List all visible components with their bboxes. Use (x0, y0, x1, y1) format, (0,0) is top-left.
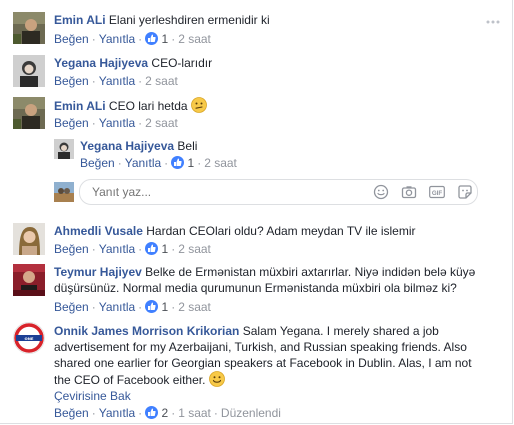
like-link[interactable]: Beğen (54, 300, 89, 314)
comment-author[interactable]: Teymur Hajiyev (54, 265, 142, 279)
comment-body: Yegana Hajiyeva CEO-larıdır (54, 55, 212, 71)
comment-text-line: Belke de Ermənistan müxbiri axtarırlar. … (145, 265, 476, 279)
comment-text-line: shared one earlier for Georgian speakers… (54, 356, 472, 370)
timestamp[interactable]: 2 saat (178, 242, 211, 256)
avatar[interactable] (13, 97, 45, 129)
avatar[interactable] (13, 55, 45, 87)
comment-body: Emin ALi Elani yerleshdiren ermenidir ki (54, 12, 270, 28)
avatar[interactable] (13, 264, 45, 296)
comment-author[interactable]: Onnik James Morrison Krikorian (54, 324, 239, 338)
comment-text: Elani yerleshdiren ermenidir ki (108, 13, 270, 27)
timestamp[interactable]: 1 saat (178, 406, 211, 420)
comment-author[interactable]: Ahmedli Vusale (54, 224, 143, 238)
comment-actions: Beğen · Yanıtla · 1 · 2 saat (54, 300, 211, 314)
comment-body: Emin ALi CEO lari hetda (54, 97, 207, 114)
smile-emoji-icon (208, 371, 225, 387)
reply-link[interactable]: Yanıtla (125, 156, 161, 170)
timestamp[interactable]: 2 saat (145, 74, 178, 88)
reply-link[interactable]: Yanıtla (99, 242, 135, 256)
avatar[interactable] (54, 139, 74, 159)
reply-field[interactable]: GIF (79, 179, 478, 205)
comment-text: CEO lari hetda (108, 99, 188, 113)
avatar[interactable] (13, 12, 45, 44)
like-icon[interactable] (145, 32, 159, 45)
comment-actions: Beğen · Yanıtla · 2 saat (54, 74, 178, 88)
timestamp[interactable]: 2 saat (145, 116, 178, 130)
comment-text-line: advertisement for my Azerbaijani, Turkis… (54, 340, 467, 354)
comment-text: Beli (177, 139, 198, 153)
sticker-icon[interactable] (457, 184, 473, 200)
svg-text:GIF: GIF (432, 190, 443, 197)
like-link[interactable]: Beğen (80, 156, 115, 170)
comment-body: Teymur Hajiyev Belke de Ermənistan müxbi… (54, 264, 504, 296)
comment-text-line: the CEO of Facebook either. (54, 373, 206, 387)
svg-text:ONE: ONE (25, 336, 34, 341)
camera-icon[interactable] (401, 184, 417, 200)
comment-actions: Beğen · Yanıtla · 2 saat (54, 116, 178, 130)
like-icon[interactable] (145, 406, 159, 419)
see-translation-link[interactable]: Çevirisine Bak (54, 389, 131, 403)
comment-text: Hardan CEOlari oldu? Adam meydan TV ile … (146, 224, 416, 238)
comment-actions: Beğen · Yanıtla · 1 · 2 saat (54, 242, 211, 256)
edited-label[interactable]: Düzenlendi (221, 406, 281, 420)
reply-link[interactable]: Yanıtla (99, 406, 135, 420)
comment-body: Ahmedli Vusale Hardan CEOlari oldu? Adam… (54, 223, 416, 239)
comment-author[interactable]: Emin ALi (54, 99, 106, 113)
comment-author[interactable]: Yegana Hajiyeva (54, 56, 148, 70)
like-icon[interactable] (171, 156, 185, 169)
gif-icon[interactable]: GIF (429, 184, 445, 200)
comment-body: Yegana Hajiyeva Beli (80, 138, 197, 154)
avatar[interactable] (13, 223, 45, 255)
comment-body: Onnik James Morrison Krikorian Salam Yeg… (54, 323, 509, 388)
comment-text-line: düşürsünüz. Normal media qurumunun Ermən… (54, 281, 457, 295)
comment-actions: Beğen · Yanıtla · 1 · 2 saat (80, 156, 237, 170)
timestamp[interactable]: 2 saat (178, 32, 211, 46)
comment-text-line: Salam Yegana. I merely shared a job (242, 324, 439, 338)
comment-actions: Beğen · Yanıtla · 2 · 1 saat · Düzenlendi (54, 406, 281, 420)
like-icon[interactable] (145, 242, 159, 255)
avatar (54, 182, 74, 202)
reply-link[interactable]: Yanıtla (99, 116, 135, 130)
like-link[interactable]: Beğen (54, 74, 89, 88)
comment-author[interactable]: Yegana Hajiyeva (80, 139, 174, 153)
like-icon[interactable] (145, 300, 159, 313)
like-link[interactable]: Beğen (54, 116, 89, 130)
emoji-icon[interactable] (373, 184, 389, 200)
comment-actions: Beğen · Yanıtla · 1 · 2 saat (54, 32, 211, 46)
avatar[interactable]: ONE (13, 322, 45, 354)
comment-author[interactable]: Emin ALi (54, 13, 106, 27)
more-options-icon[interactable] (486, 14, 500, 24)
timestamp[interactable]: 2 saat (178, 300, 211, 314)
reply-link[interactable]: Yanıtla (99, 32, 135, 46)
like-link[interactable]: Beğen (54, 406, 89, 420)
neutral-face-emoji-icon (191, 97, 207, 113)
reply-input[interactable] (90, 184, 334, 200)
reply-link[interactable]: Yanıtla (99, 300, 135, 314)
like-link[interactable]: Beğen (54, 242, 89, 256)
reply-link[interactable]: Yanıtla (99, 74, 135, 88)
like-link[interactable]: Beğen (54, 32, 89, 46)
comment-text: CEO-larıdır (151, 56, 213, 70)
timestamp[interactable]: 2 saat (204, 156, 237, 170)
